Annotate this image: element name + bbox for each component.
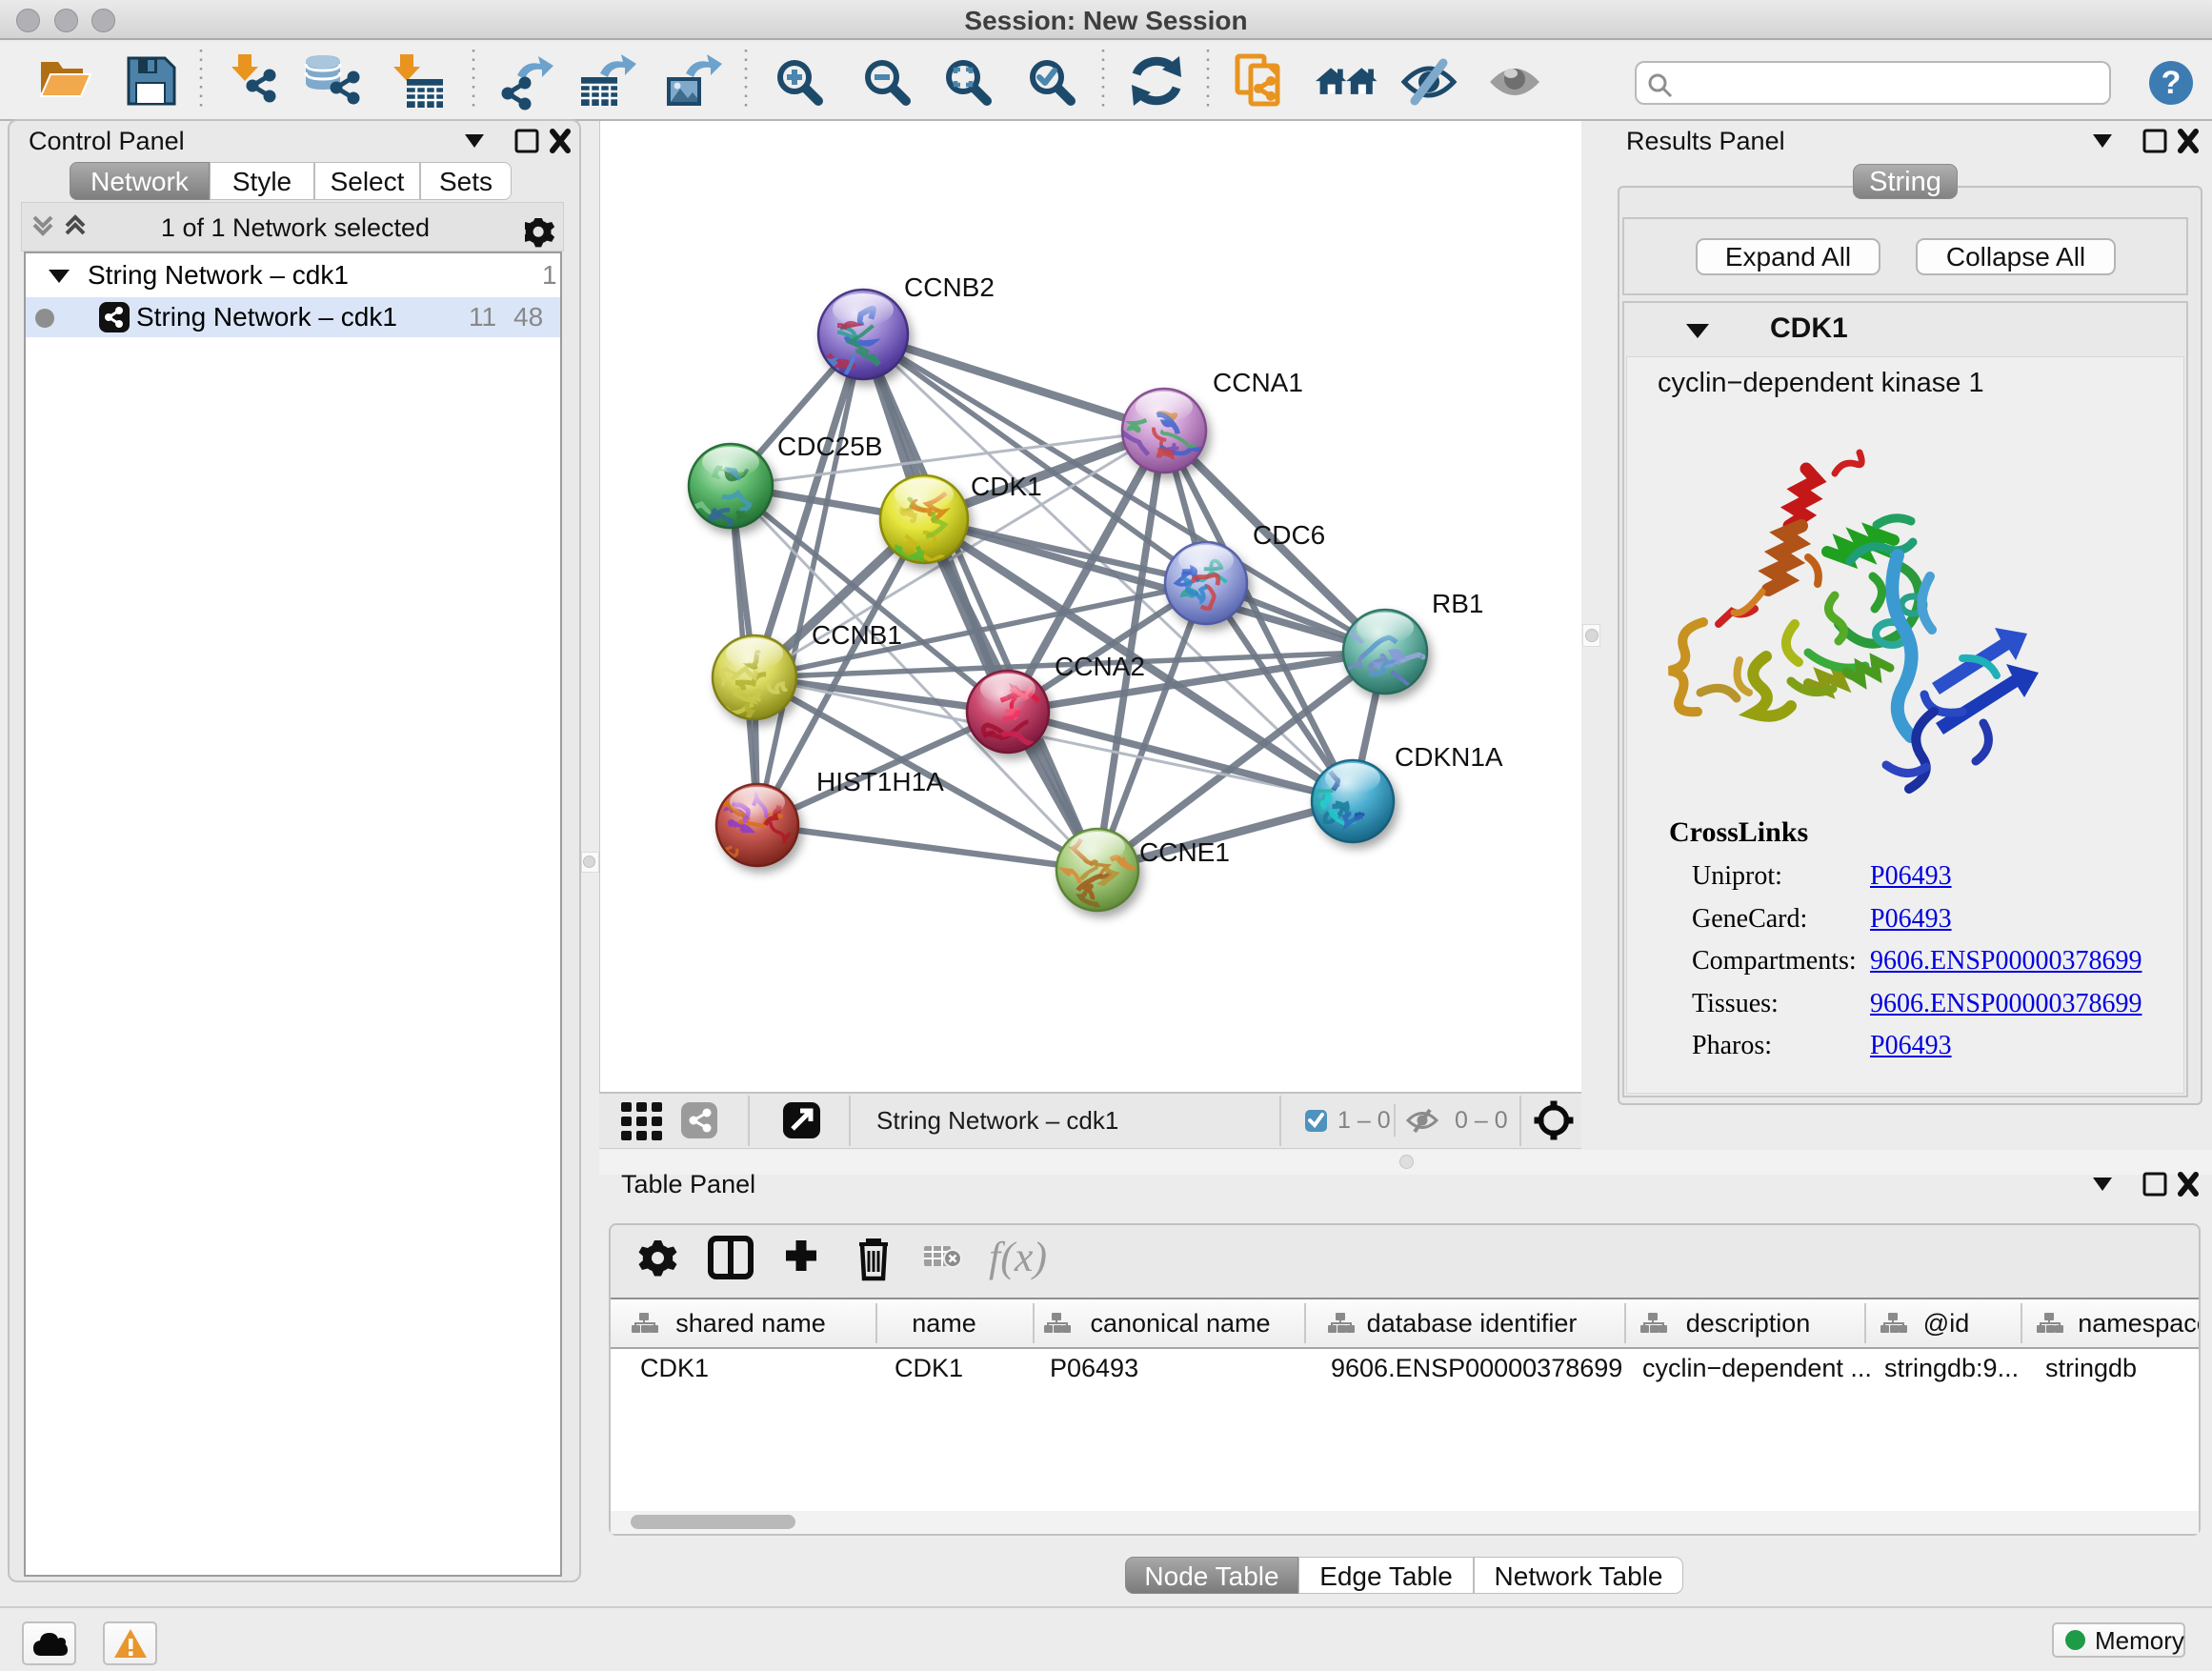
svg-text:CCNB2: CCNB2 bbox=[904, 272, 995, 302]
svg-text:database identifier: database identifier bbox=[1367, 1309, 1578, 1338]
svg-text:description: description bbox=[1686, 1309, 1811, 1338]
svg-text:?: ? bbox=[2162, 65, 2182, 101]
svg-text:CDC25B: CDC25B bbox=[777, 432, 882, 461]
svg-text:0 – 0: 0 – 0 bbox=[1455, 1107, 1508, 1134]
svg-text:name: name bbox=[912, 1309, 976, 1338]
svg-text:canonical name: canonical name bbox=[1090, 1309, 1270, 1338]
svg-text:String Network – cdk1: String Network – cdk1 bbox=[876, 1106, 1118, 1135]
svg-text:CDKN1A: CDKN1A bbox=[1395, 742, 1503, 772]
svg-text:CDK1: CDK1 bbox=[971, 472, 1042, 501]
svg-text:RB1: RB1 bbox=[1432, 589, 1483, 618]
svg-text:CCNA1: CCNA1 bbox=[1213, 368, 1303, 397]
svg-text:shared name: shared name bbox=[675, 1309, 826, 1338]
svg-text:f(x): f(x) bbox=[989, 1234, 1047, 1280]
svg-text:CDC6: CDC6 bbox=[1253, 520, 1325, 550]
svg-text:CCNA2: CCNA2 bbox=[1055, 652, 1145, 681]
svg-text:1 – 0: 1 – 0 bbox=[1337, 1107, 1391, 1134]
svg-text:CCNB1: CCNB1 bbox=[812, 620, 902, 650]
svg-text:@id: @id bbox=[1923, 1309, 1969, 1338]
svg-text:CCNE1: CCNE1 bbox=[1139, 837, 1230, 867]
svg-text:namespace: namespace bbox=[2078, 1309, 2199, 1338]
svg-text:HIST1H1A: HIST1H1A bbox=[816, 767, 944, 796]
